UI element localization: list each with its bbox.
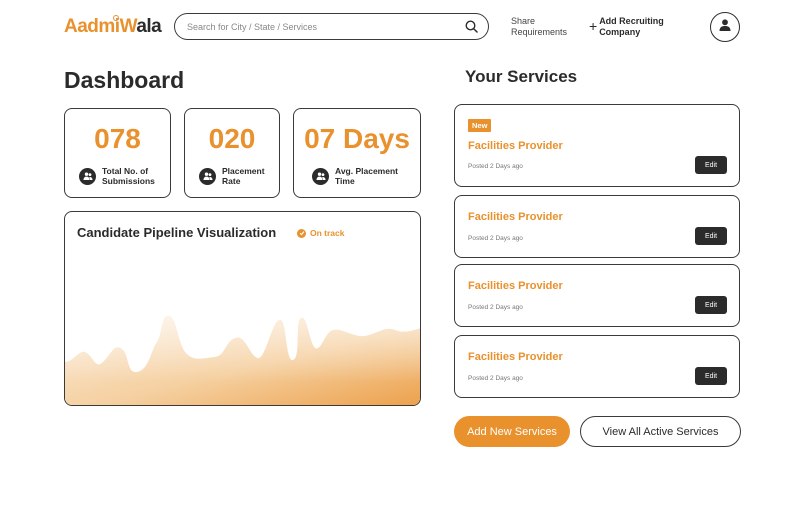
search-icon[interactable] (464, 20, 478, 34)
search-input[interactable] (187, 21, 464, 32)
pipeline-title: Candidate Pipeline Visualization (77, 225, 277, 240)
share-requirements-link[interactable]: Share Requirements (511, 16, 581, 38)
plus-icon: + (589, 18, 598, 34)
new-badge: New (468, 119, 492, 132)
add-recruiting-company-label: Add Recruiting Company (599, 16, 664, 37)
pipeline-status-text: On track (310, 228, 345, 238)
people-icon (312, 167, 329, 185)
service-name: Facilities Provider (468, 351, 563, 363)
stat-label: Avg. Placement Time (335, 166, 398, 186)
dashboard-title: Dashboard (64, 67, 185, 93)
service-card[interactable]: Facilities Provider Posted 2 Days ago Ed… (454, 264, 740, 327)
pipeline-card: Candidate Pipeline Visualization On trac… (64, 211, 421, 406)
pipeline-area-chart (65, 315, 420, 405)
view-all-active-services-button[interactable]: View All Active Services (580, 416, 741, 447)
edit-button[interactable]: Edit (695, 367, 727, 385)
service-posted-date: Posted 2 Days ago (468, 304, 523, 311)
people-icon (79, 167, 96, 185)
stat-label: Total No. of Submissions (102, 166, 155, 186)
logo[interactable]: AadmiWala (64, 14, 162, 40)
check-icon (297, 228, 306, 238)
add-recruiting-company-link[interactable]: + Add Recruiting Company (589, 16, 679, 38)
logo-part-2: W (119, 16, 137, 37)
service-posted-date: Posted 2 Days ago (468, 235, 523, 242)
stat-value: 020 (208, 123, 256, 154)
service-card[interactable]: Facilities Provider Posted 2 Days ago Ed… (454, 335, 740, 398)
stat-card-placement-rate: 020 Placement Rate (184, 108, 280, 198)
logo-part-3: ala (136, 16, 162, 37)
people-icon (199, 167, 216, 185)
services-title: Your Services (465, 67, 578, 86)
stat-card-avg-placement-time: 07 Days Avg. Placement Time (293, 108, 421, 198)
logo-part-1: Aadmi (64, 16, 120, 37)
service-posted-date: Posted 2 Days ago (468, 163, 523, 170)
service-name: Facilities Provider (468, 211, 563, 223)
user-icon (718, 18, 732, 37)
profile-button[interactable] (710, 12, 740, 42)
stat-value: 07 Days (304, 123, 410, 154)
pipeline-status-badge: On track (297, 228, 345, 238)
service-name: Facilities Provider (468, 140, 563, 152)
service-posted-date: Posted 2 Days ago (468, 375, 523, 382)
stat-value: 078 (94, 123, 141, 154)
edit-button[interactable]: Edit (695, 227, 727, 245)
service-card[interactable]: Facilities Provider Posted 2 Days ago Ed… (454, 195, 740, 258)
edit-button[interactable]: Edit (695, 296, 727, 314)
service-card[interactable]: New Facilities Provider Posted 2 Days ag… (454, 104, 740, 187)
logo-dot (113, 15, 119, 21)
search-bar[interactable] (174, 13, 489, 40)
service-name: Facilities Provider (468, 280, 563, 292)
edit-button[interactable]: Edit (695, 156, 727, 174)
stat-card-submissions: 078 Total No. of Submissions (64, 108, 171, 198)
add-new-services-button[interactable]: Add New Services (454, 416, 570, 447)
stat-label: Placement Rate (222, 166, 265, 186)
